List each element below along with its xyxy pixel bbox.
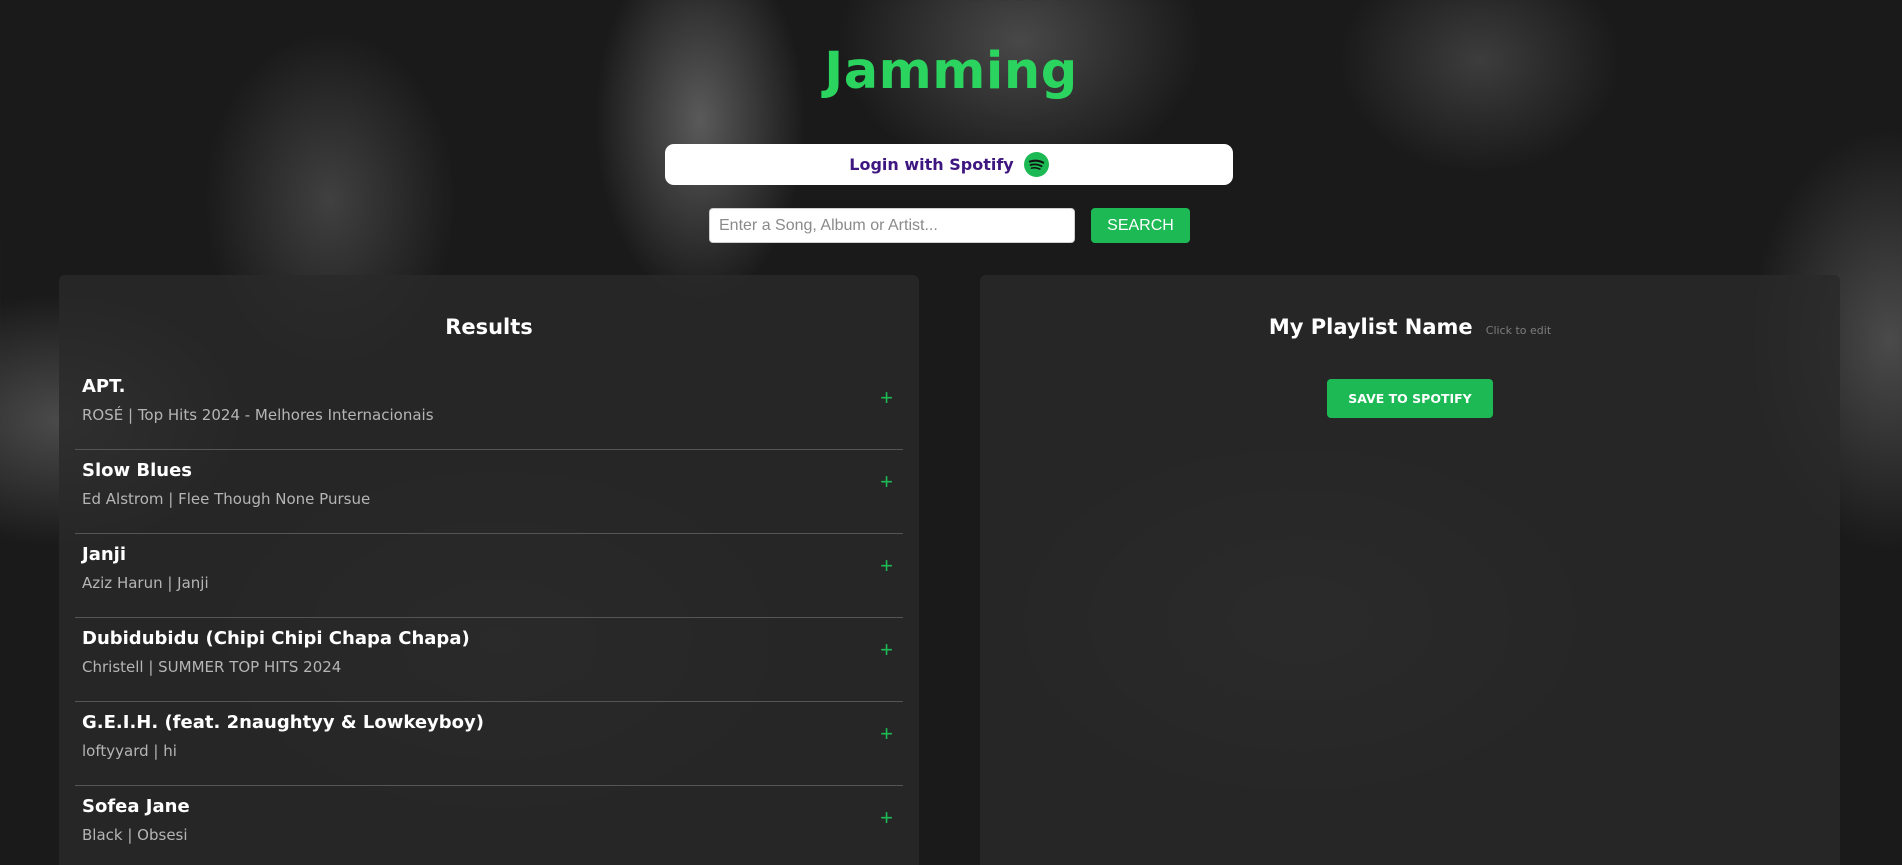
app-title: Jamming — [824, 42, 1078, 101]
playlist-title-row: My Playlist Name Click to edit — [980, 315, 1840, 339]
track-info: ROSÉ | Top Hits 2024 - Melhores Internac… — [82, 406, 434, 424]
track-info: loftyyard | hi — [82, 742, 177, 760]
search-input[interactable] — [709, 208, 1075, 243]
track-list-item: Dubidubidu (Chipi Chipi Chapa Chapa) Chr… — [75, 619, 903, 702]
track-name: Slow Blues — [82, 460, 193, 481]
playlist-name[interactable]: My Playlist Name — [1269, 315, 1473, 339]
app-header: Jamming — [0, 42, 1902, 101]
track-name: Dubidubidu (Chipi Chipi Chapa Chapa) — [82, 628, 470, 649]
add-track-button[interactable]: + — [880, 639, 893, 661]
track-info: Black | Obsesi — [82, 826, 188, 844]
track-list-item: Slow Blues Ed Alstrom | Flee Though None… — [75, 451, 903, 534]
search-button[interactable]: SEARCH — [1091, 208, 1190, 243]
track-name: Janji — [82, 544, 126, 565]
add-track-button[interactable]: + — [880, 807, 893, 829]
login-button-label: Login with Spotify — [849, 155, 1014, 174]
track-list-item: Sofea Jane Black | Obsesi + — [75, 787, 903, 865]
edit-hint: Click to edit — [1485, 324, 1552, 337]
login-with-spotify-button[interactable]: Login with Spotify — [665, 144, 1233, 185]
add-track-button[interactable]: + — [880, 387, 893, 409]
spotify-logo-icon — [1023, 152, 1049, 177]
track-list-item: Janji Aziz Harun | Janji + — [75, 535, 903, 618]
results-track-list: APT. ROSÉ | Top Hits 2024 - Melhores Int… — [75, 367, 903, 865]
track-info: Ed Alstrom | Flee Though None Pursue — [82, 490, 371, 508]
results-panel: Results APT. ROSÉ | Top Hits 2024 - Melh… — [59, 275, 919, 865]
save-to-spotify-button[interactable]: SAVE TO SPOTIFY — [1327, 379, 1493, 418]
track-name: G.E.I.H. (feat. 2naughtyy & Lowkeyboy) — [82, 712, 484, 733]
track-info: Christell | SUMMER TOP HITS 2024 — [82, 658, 342, 676]
add-track-button[interactable]: + — [880, 471, 893, 493]
playlist-panel: My Playlist Name Click to edit SAVE TO S… — [980, 275, 1840, 865]
results-heading: Results — [445, 315, 533, 339]
add-track-button[interactable]: + — [880, 723, 893, 745]
add-track-button[interactable]: + — [880, 555, 893, 577]
track-name: APT. — [82, 376, 126, 397]
track-list-item: APT. ROSÉ | Top Hits 2024 - Melhores Int… — [75, 367, 903, 450]
track-info: Aziz Harun | Janji — [82, 574, 209, 592]
track-list-item: G.E.I.H. (feat. 2naughtyy & Lowkeyboy) l… — [75, 703, 903, 786]
track-name: Sofea Jane — [82, 796, 190, 817]
